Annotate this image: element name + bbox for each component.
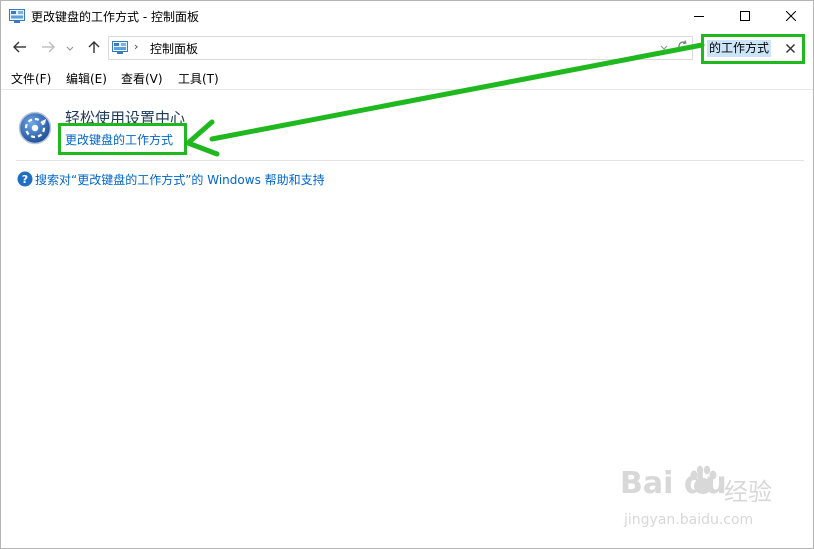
menu-bar: 文件(F) 编辑(E) 查看(V) 工具(T)	[1, 67, 813, 90]
svg-text:?: ?	[22, 173, 28, 186]
clear-icon	[785, 42, 795, 56]
address-bar[interactable]: › 控制面板	[108, 36, 693, 60]
chevron-right-icon[interactable]: ›	[134, 40, 138, 53]
recent-locations-button[interactable]	[63, 37, 77, 59]
task-highlight-box: 更改键盘的工作方式	[58, 123, 187, 155]
forward-button[interactable]	[38, 37, 58, 59]
forward-arrow-icon	[41, 41, 55, 56]
address-dropdown-button[interactable]	[657, 39, 671, 55]
up-button[interactable]	[84, 37, 104, 59]
back-button[interactable]	[10, 37, 30, 59]
minimize-icon	[694, 10, 704, 24]
navigation-bar: › 控制面板 的工作方式	[1, 34, 813, 64]
refresh-icon	[677, 39, 689, 55]
help-link[interactable]: 搜索对“更改键盘的工作方式”的 Windows 帮助和支持	[35, 171, 325, 188]
back-arrow-icon	[13, 41, 27, 56]
address-path[interactable]: 控制面板	[150, 40, 198, 57]
divider	[16, 160, 804, 161]
menu-file[interactable]: 文件(F)	[11, 70, 51, 87]
close-button[interactable]	[768, 1, 813, 32]
watermark-url: jingyan.baidu.com	[624, 512, 754, 528]
title-bar: 更改键盘的工作方式 - 控制面板	[1, 1, 813, 32]
menu-tools[interactable]: 工具(T)	[178, 70, 219, 87]
menu-edit[interactable]: 编辑(E)	[66, 70, 107, 87]
help-icon: ?	[17, 171, 33, 187]
up-arrow-icon	[88, 40, 100, 57]
close-icon	[785, 10, 797, 24]
search-box[interactable]: 的工作方式	[701, 34, 805, 64]
menu-view[interactable]: 查看(V)	[121, 70, 163, 87]
minimize-button[interactable]	[676, 1, 722, 32]
chevron-down-icon	[660, 40, 668, 54]
window-title: 更改键盘的工作方式 - 控制面板	[31, 10, 199, 24]
control-panel-icon	[9, 9, 25, 23]
baidu-watermark: Bai du 经验 jingyan.baidu.com	[620, 464, 800, 536]
maximize-button[interactable]	[722, 1, 768, 32]
refresh-button[interactable]	[675, 39, 691, 55]
paw-logo	[686, 464, 720, 501]
watermark-label: 经验	[724, 478, 772, 506]
chevron-down-icon	[66, 41, 74, 55]
ease-of-access-icon[interactable]	[18, 111, 52, 145]
clear-search-button[interactable]	[782, 40, 798, 57]
maximize-icon	[740, 10, 750, 24]
search-input[interactable]: 的工作方式	[707, 40, 772, 57]
task-link[interactable]: 更改键盘的工作方式	[65, 131, 173, 148]
control-panel-icon	[112, 41, 128, 54]
